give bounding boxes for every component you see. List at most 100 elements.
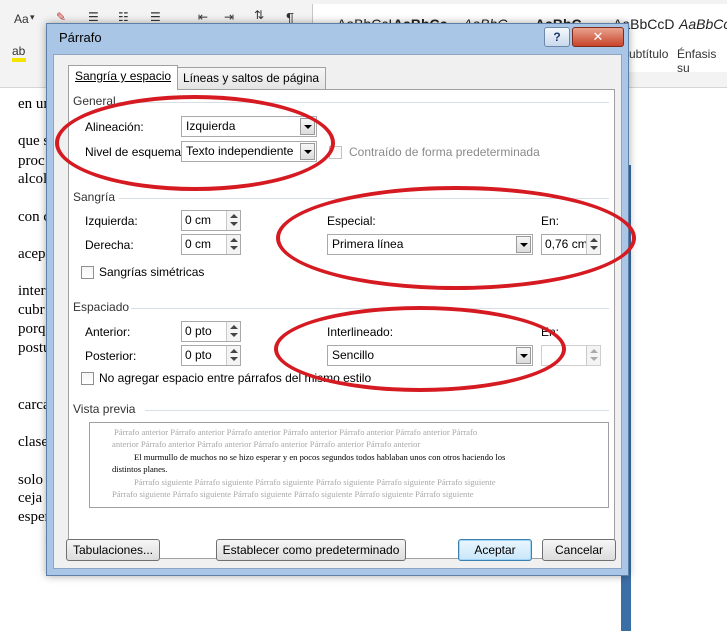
chevron-up-icon[interactable] <box>230 349 238 353</box>
special-indent-label: Especial: <box>327 214 376 228</box>
alignment-select[interactable]: Izquierda <box>181 116 317 137</box>
tabs-button-label: Tabulaciones... <box>72 543 154 557</box>
tab-line-page-breaks[interactable]: Líneas y saltos de página <box>176 67 327 89</box>
tab-panel: General Alineación: Izquierda Nivel de e… <box>68 89 615 559</box>
preview-previous-line: anterior Párrafo anterior Párrafo anteri… <box>112 439 421 449</box>
highlight-color-swatch <box>12 58 26 62</box>
clear-format-icon[interactable]: ✎ <box>56 10 66 24</box>
tabs-button[interactable]: Tabulaciones... <box>66 539 160 561</box>
chevron-down-icon[interactable] <box>230 246 238 250</box>
close-button[interactable]: ✕ <box>572 27 624 47</box>
text-highlight-icon[interactable]: ab <box>12 44 25 58</box>
divider <box>131 308 609 309</box>
preview-current-line: El murmullo de muchos no se hizo esperar… <box>134 452 506 462</box>
mirror-indents-label: Sangrías simétricas <box>99 265 205 279</box>
chevron-up-icon[interactable] <box>230 238 238 242</box>
general-heading: General <box>73 94 116 108</box>
chevron-up-icon[interactable] <box>590 238 598 242</box>
collapsed-default-label: Contraído de forma predeterminada <box>349 145 540 159</box>
document-text-line: solo <box>18 472 44 488</box>
chevron-down-icon[interactable] <box>230 333 238 337</box>
chevron-down-icon[interactable] <box>516 236 531 253</box>
line-spacing-select[interactable]: Sencillo <box>327 345 533 366</box>
preview-current-line: distintos planes. <box>112 464 168 474</box>
help-button[interactable]: ? <box>544 27 570 47</box>
numbering-icon[interactable]: ☷ <box>118 10 129 24</box>
indent-by-spinner[interactable]: 0,76 cm <box>541 234 601 255</box>
document-text-line: alcol <box>18 171 48 187</box>
change-case-button[interactable]: Aa <box>14 12 29 26</box>
decrease-indent-icon[interactable]: ⇤ <box>198 10 208 24</box>
multilevel-list-icon[interactable]: ☰ <box>150 10 161 24</box>
spinner-buttons[interactable] <box>586 235 600 254</box>
cancel-button[interactable]: Cancelar <box>542 539 616 561</box>
line-spacing-at-spinner[interactable] <box>541 345 601 366</box>
no-space-same-style-label: No agregar espacio entre párrafos del mi… <box>99 371 372 385</box>
chevron-down-icon[interactable] <box>230 222 238 226</box>
cancel-button-label: Cancelar <box>554 543 604 557</box>
divider <box>145 410 609 411</box>
paragraph-preview: Párrafo anterior Párrafo anterior Párraf… <box>89 422 609 508</box>
line-spacing-at-label: En: <box>541 325 560 339</box>
spacing-after-spinner[interactable]: 0 pto <box>181 345 241 366</box>
bullets-icon[interactable]: ☰ <box>88 10 99 24</box>
line-spacing-value: Sencillo <box>332 348 375 362</box>
spinner-buttons[interactable] <box>226 322 240 341</box>
mirror-indents-checkbox[interactable] <box>81 266 94 279</box>
style-name: Énfasis su <box>677 47 717 75</box>
document-text-line: carca <box>18 397 50 413</box>
document-text-line: clase <box>18 434 48 450</box>
paragraph-dialog: Párrafo ? ✕ Sangría y espacio Líneas y s… <box>46 23 629 576</box>
chevron-down-icon[interactable] <box>300 143 315 160</box>
spacing-heading: Espaciado <box>73 300 130 314</box>
alignment-value: Izquierda <box>186 119 236 133</box>
chevron-up-icon[interactable] <box>590 349 598 353</box>
chevron-up-icon[interactable] <box>230 325 238 329</box>
preview-previous-line: Párrafo anterior Párrafo anterior Párraf… <box>114 427 478 437</box>
spinner-buttons[interactable] <box>586 346 600 365</box>
indent-left-label: Izquierda: <box>85 214 138 228</box>
tab-indent-spacing[interactable]: Sangría y espacio <box>68 65 179 90</box>
indent-left-spinner[interactable]: 0 cm <box>181 210 241 231</box>
ok-button-label: Aceptar <box>474 543 516 557</box>
special-indent-select[interactable]: Primera línea <box>327 234 533 255</box>
chevron-down-icon[interactable] <box>590 246 598 250</box>
no-space-same-style-checkbox[interactable] <box>81 372 94 385</box>
style-sample[interactable]: AaBbCcD <box>679 16 727 32</box>
preview-next-line: Párrafo siguiente Párrafo siguiente Párr… <box>112 489 474 499</box>
chevron-down-icon[interactable] <box>516 347 531 364</box>
alignment-label: Alineación: <box>85 120 144 134</box>
chevron-down-icon[interactable] <box>230 357 238 361</box>
divider <box>119 198 609 199</box>
indent-heading: Sangría <box>73 190 116 204</box>
preview-heading: Vista previa <box>73 402 136 416</box>
set-as-default-button[interactable]: Establecer como predeterminado <box>216 539 406 561</box>
spacing-after-label: Posterior: <box>85 349 137 363</box>
indent-by-value: 0,76 cm <box>545 237 588 251</box>
chevron-down-icon[interactable] <box>300 118 315 135</box>
spacing-before-spinner[interactable]: 0 pto <box>181 321 241 342</box>
spacing-after-value: 0 pto <box>185 348 212 362</box>
sort-icon[interactable]: ⇅ <box>254 8 264 22</box>
outline-level-select[interactable]: Texto independiente <box>181 141 317 162</box>
change-case-dropdown-icon[interactable]: ▾ <box>30 12 35 23</box>
indent-right-spinner[interactable]: 0 cm <box>181 234 241 255</box>
spacing-before-value: 0 pto <box>185 324 212 338</box>
divider <box>117 102 609 103</box>
line-spacing-label: Interlineado: <box>327 325 394 339</box>
spinner-buttons[interactable] <box>226 346 240 365</box>
increase-indent-icon[interactable]: ⇥ <box>224 10 234 24</box>
preview-next-line: Párrafo siguiente Párrafo siguiente Párr… <box>134 477 496 487</box>
collapsed-default-checkbox[interactable] <box>329 146 342 159</box>
ok-button[interactable]: Aceptar <box>458 539 532 561</box>
spinner-buttons[interactable] <box>226 211 240 230</box>
chevron-down-icon[interactable] <box>590 357 598 361</box>
spinner-buttons[interactable] <box>226 235 240 254</box>
set-as-default-label: Establecer como predeterminado <box>222 543 400 557</box>
tab-label: Líneas y saltos de página <box>183 71 320 85</box>
spacing-before-label: Anterior: <box>85 325 131 339</box>
outline-level-label: Nivel de esquema: <box>85 145 185 159</box>
outline-level-value: Texto independiente <box>186 144 294 158</box>
indent-by-label: En: <box>541 214 560 228</box>
chevron-up-icon[interactable] <box>230 214 238 218</box>
